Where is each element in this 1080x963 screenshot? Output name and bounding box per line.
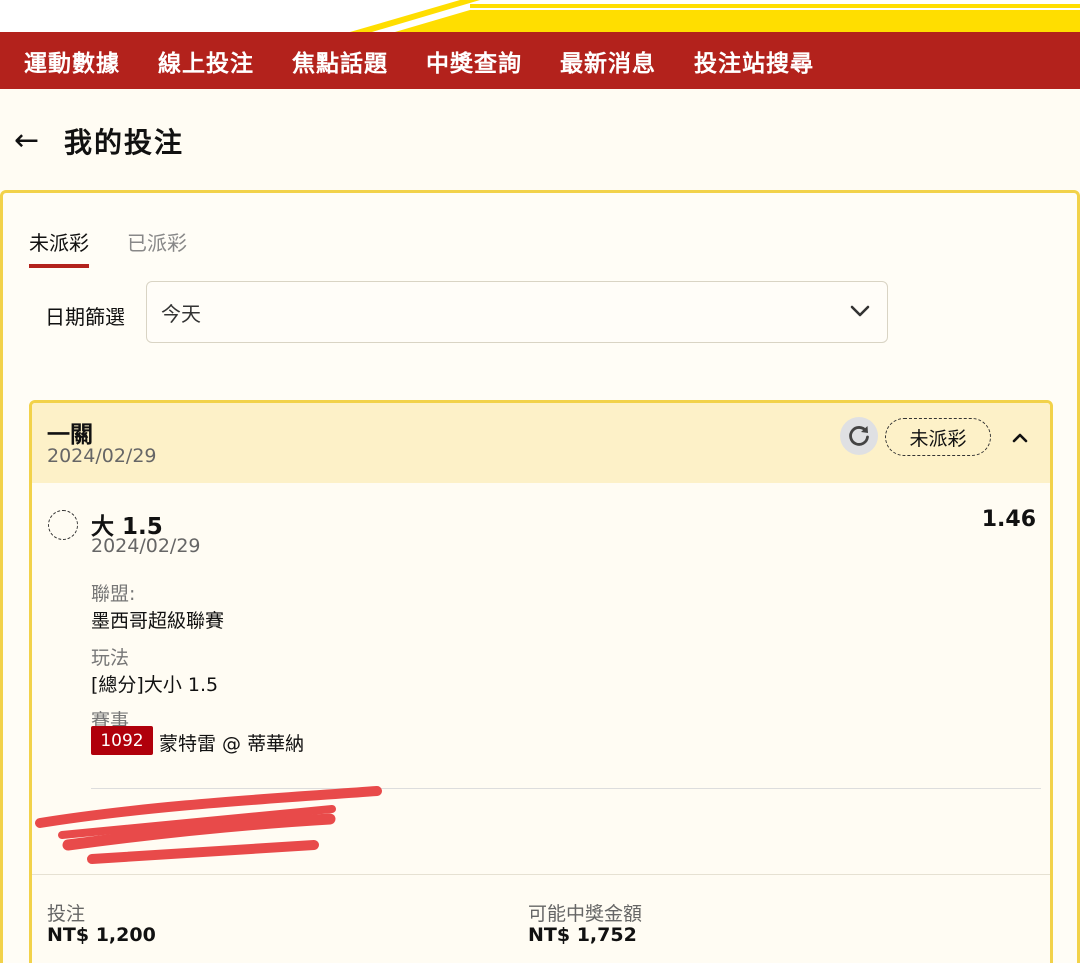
refresh-icon[interactable] xyxy=(840,417,878,455)
nav-item-online-betting[interactable]: 線上投注 xyxy=(158,44,254,78)
date-filter-value: 今天 xyxy=(161,301,201,326)
bet-card: 一關 2024/02/29 未派彩 大 1.5 2024/02/29 1.46 … xyxy=(29,400,1053,963)
tab-unsettled[interactable]: 未派彩 xyxy=(29,227,89,268)
league-value: 墨西哥超級聯賽 xyxy=(91,610,225,632)
status-badge-label: 未派彩 xyxy=(909,427,967,450)
tab-bar: 未派彩 已派彩 xyxy=(29,227,225,268)
status-badge: 未派彩 xyxy=(885,418,991,456)
bets-panel: 未派彩 已派彩 日期篩選 今天 一關 2024/02/29 未派彩 大 1.5 … xyxy=(0,190,1080,963)
nav-item-prize-check[interactable]: 中獎查詢 xyxy=(426,44,522,78)
selection-date: 2024/02/29 xyxy=(91,535,201,557)
date-filter-label: 日期篩選 xyxy=(45,305,125,329)
market-label: 玩法 xyxy=(91,647,130,669)
bet-card-header: 一關 2024/02/29 未派彩 xyxy=(32,403,1050,483)
redaction-scribble xyxy=(35,786,382,864)
main-nav: 運動數據 線上投注 焦點話題 中獎查詢 最新消息 投注站搜尋 xyxy=(0,32,1080,89)
nav-item-store-search[interactable]: 投注站搜尋 xyxy=(694,44,814,78)
nav-item-hot-topics[interactable]: 焦點話題 xyxy=(292,44,388,78)
payout-value: NT$ 1,752 xyxy=(528,924,637,946)
summary-divider xyxy=(32,874,1050,875)
bet-date: 2024/02/29 xyxy=(47,445,157,467)
chevron-down-icon xyxy=(850,305,870,317)
page-title: 我的投注 xyxy=(64,125,185,159)
tab-settled[interactable]: 已派彩 xyxy=(127,227,187,268)
selection-odds: 1.46 xyxy=(981,507,1036,532)
event-name: 蒙特雷 @ 蒂華納 xyxy=(159,733,305,755)
stake-label: 投注 xyxy=(47,903,86,925)
selection-circle-icon[interactable] xyxy=(48,510,78,540)
event-id-badge: 1092 xyxy=(91,726,153,755)
date-filter-select[interactable]: 今天 xyxy=(146,281,888,343)
stake-value: NT$ 1,200 xyxy=(47,924,156,946)
chevron-up-icon[interactable] xyxy=(1007,425,1033,451)
payout-label: 可能中獎金額 xyxy=(528,903,643,925)
nav-item-news[interactable]: 最新消息 xyxy=(560,44,656,78)
nav-item-sports-data[interactable]: 運動數據 xyxy=(24,44,120,78)
league-label: 聯盟: xyxy=(91,583,136,605)
arrow-left-icon[interactable]: ← xyxy=(14,125,54,156)
page-header: ← 我的投注 xyxy=(0,89,1080,192)
bet-type: 一關 xyxy=(47,422,93,448)
top-decor-strip xyxy=(0,0,1080,32)
market-value: [總分]大小 1.5 xyxy=(91,674,219,696)
